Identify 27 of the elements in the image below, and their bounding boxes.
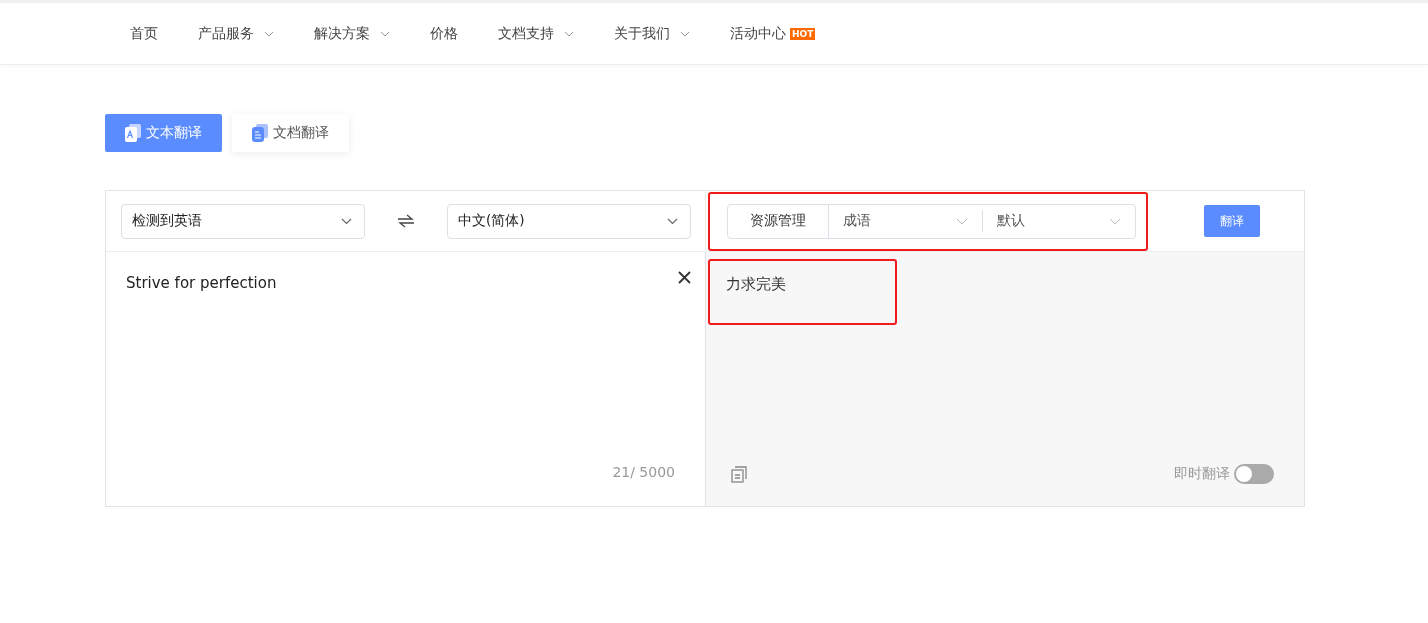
text-translate-icon <box>125 124 141 142</box>
nav-link[interactable]: 活动中心 HOT <box>730 24 816 43</box>
style-dropdown[interactable]: 默认 <box>982 212 1135 230</box>
source-text-field[interactable]: Strive for perfection <box>106 252 705 314</box>
instant-translate-label: 即时翻译 <box>1174 465 1230 483</box>
toggle-switch[interactable] <box>1234 464 1274 484</box>
hot-badge: HOT <box>790 27 816 40</box>
character-counter: 21/ 5000 <box>612 464 675 480</box>
target-language-select[interactable]: 中文(简体) <box>447 203 691 239</box>
swap-icon[interactable] <box>397 214 415 228</box>
document-icon <box>252 124 268 142</box>
source-language-select[interactable]: 检测到英语 <box>121 203 365 239</box>
chevron-down-icon <box>341 217 352 225</box>
close-icon[interactable] <box>678 271 691 284</box>
nav-link[interactable]: 产品服务 <box>198 24 274 43</box>
chevron-down-icon <box>955 217 968 225</box>
nav-link[interactable]: 价格 <box>430 24 458 43</box>
term-dropdown[interactable]: 成语 <box>829 212 982 230</box>
nav-link[interactable]: 首页 <box>130 24 158 43</box>
resource-management-button[interactable]: 资源管理 <box>728 204 829 238</box>
nav-link[interactable]: 关于我们 <box>614 24 690 43</box>
chevron-down-icon <box>1109 217 1121 225</box>
chevron-down-icon <box>667 217 678 225</box>
nav-link[interactable]: 解决方案 <box>314 24 390 43</box>
translation-text: 力求完美 <box>726 275 786 293</box>
mode-tab[interactable]: 文档翻译 <box>232 114 349 152</box>
nav-link[interactable]: 文档支持 <box>498 24 574 43</box>
